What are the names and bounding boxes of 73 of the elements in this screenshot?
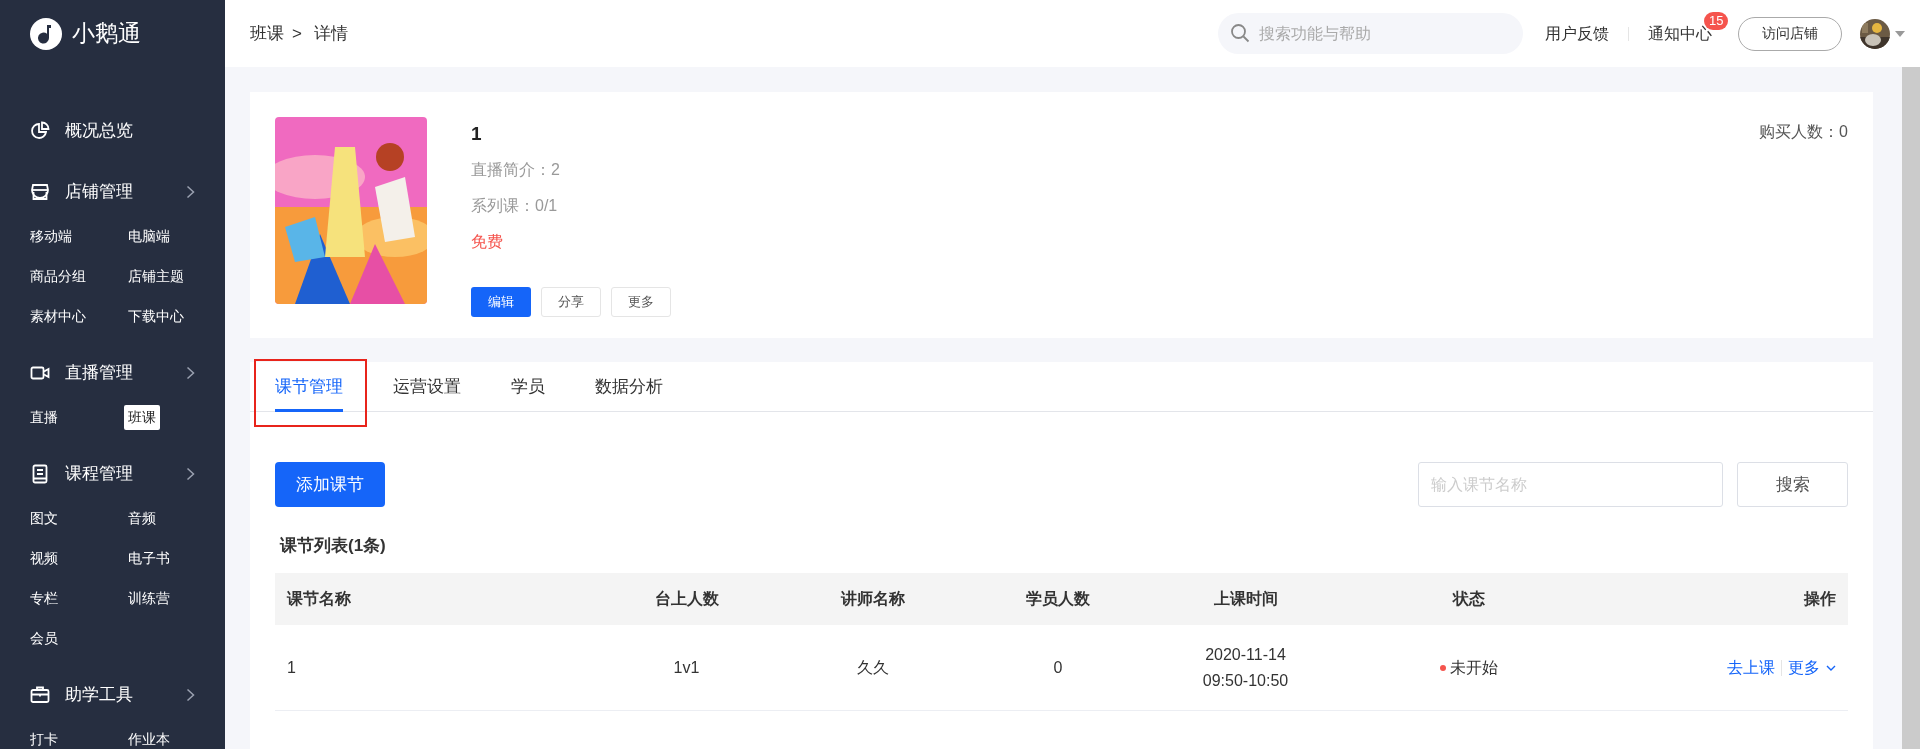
table-cell: 1 <box>287 658 296 676</box>
chevron-right-icon <box>186 185 195 199</box>
sidebar-item[interactable]: 素材中心 <box>30 305 86 327</box>
sidebar-item[interactable]: 直播 <box>30 406 58 428</box>
sidebar-item[interactable]: 下载中心 <box>128 305 184 327</box>
chevron-down-icon <box>1826 664 1836 671</box>
sidebar-group-header[interactable]: 直播管理 <box>0 349 225 397</box>
logo-text: 小鹅通 <box>72 19 141 49</box>
series-info: 系列课：0/1 <box>471 196 559 216</box>
breadcrumb-separator: > <box>292 22 302 45</box>
course-action-button[interactable]: 编辑 <box>471 287 531 317</box>
section-title: 课节列表(1条) <box>280 535 387 557</box>
breadcrumb-link[interactable]: 班课 <box>250 20 284 47</box>
course-intro: 直播简介：2 <box>471 160 561 180</box>
caret-down-icon <box>1894 29 1906 38</box>
column-header: 学员人数 <box>1025 589 1091 609</box>
sidebar-item[interactable]: 电脑端 <box>128 225 170 247</box>
sidebar-item[interactable]: 作业本 <box>128 728 170 749</box>
sidebar-group-header[interactable]: 课程管理 <box>0 450 225 498</box>
search-button[interactable]: 搜索 <box>1737 462 1848 507</box>
sidebar-item[interactable]: 视频 <box>30 547 58 569</box>
sidebar-group-header[interactable]: 店铺管理 <box>0 168 225 216</box>
more-dropdown[interactable]: 更多 <box>1788 655 1836 680</box>
sidebar-item[interactable]: 移动端 <box>30 225 72 247</box>
chevron-right-icon <box>186 467 195 481</box>
table-cell: 1v1 <box>673 658 700 676</box>
logo-icon <box>30 17 62 50</box>
tab[interactable]: 学员 <box>511 362 545 412</box>
sidebar-item[interactable]: 会员 <box>30 627 58 649</box>
sidebar-item[interactable]: 店铺主题 <box>128 265 184 287</box>
action-link[interactable]: 去上课 <box>1727 655 1775 680</box>
column-header: 课节名称 <box>285 589 352 609</box>
visit-store-button[interactable]: 访问店铺 <box>1738 16 1842 51</box>
status-text: 未开始 <box>1450 657 1498 678</box>
column-header: 台上人数 <box>653 589 720 609</box>
sidebar-item[interactable]: 商品分组 <box>30 265 86 287</box>
table-cell-text: 09:50-10:50 <box>1202 670 1289 691</box>
scrollbar[interactable] <box>1902 67 1920 749</box>
course-action-button[interactable]: 更多 <box>611 287 671 317</box>
buyers-count: 购买人数：0 <box>1759 122 1848 142</box>
store-icon <box>30 182 50 202</box>
sidebar-item[interactable]: 图文 <box>30 507 58 529</box>
tab[interactable]: 课节管理 <box>275 362 343 412</box>
price-label: 免费 <box>471 232 504 252</box>
tab[interactable]: 运营设置 <box>393 362 461 412</box>
search-icon <box>1230 23 1250 43</box>
chevron-right-icon <box>186 688 195 702</box>
document-icon <box>30 464 50 484</box>
briefcase-icon <box>30 685 50 705</box>
sidebar-group-header[interactable]: 概况总览 <box>0 107 225 155</box>
sidebar-item[interactable]: 音频 <box>128 507 156 529</box>
column-header: 操作 <box>1802 589 1837 609</box>
add-lesson-button[interactable]: 添加课节 <box>275 462 385 507</box>
sidebar-group-header[interactable]: 助学工具 <box>0 671 225 719</box>
table-cell: 久久 <box>856 658 889 676</box>
table-cell: 0 <box>1053 658 1063 676</box>
chevron-right-icon <box>186 366 195 380</box>
pie-chart-icon <box>30 121 50 141</box>
sidebar-item[interactable]: 专栏 <box>30 587 58 609</box>
sidebar-item[interactable]: 班课 <box>124 404 160 430</box>
course-title: 1 <box>471 122 483 146</box>
course-action-button[interactable]: 分享 <box>541 287 601 317</box>
column-header: 讲师名称 <box>839 589 906 609</box>
sidebar-item[interactable]: 训练营 <box>128 587 170 609</box>
sidebar-item[interactable]: 电子书 <box>128 547 170 569</box>
search-field[interactable]: 搜索功能与帮助 <box>1218 13 1523 54</box>
column-header: 状态 <box>1451 589 1486 609</box>
breadcrumb-current: 详情 <box>313 22 348 45</box>
table-cell-text: 2020-11-14 <box>1205 644 1286 665</box>
feedback-link[interactable]: 用户反馈 <box>1545 21 1609 46</box>
column-header: 上课时间 <box>1212 589 1279 609</box>
tab[interactable]: 数据分析 <box>595 362 663 412</box>
sidebar-item[interactable]: 打卡 <box>30 728 58 749</box>
